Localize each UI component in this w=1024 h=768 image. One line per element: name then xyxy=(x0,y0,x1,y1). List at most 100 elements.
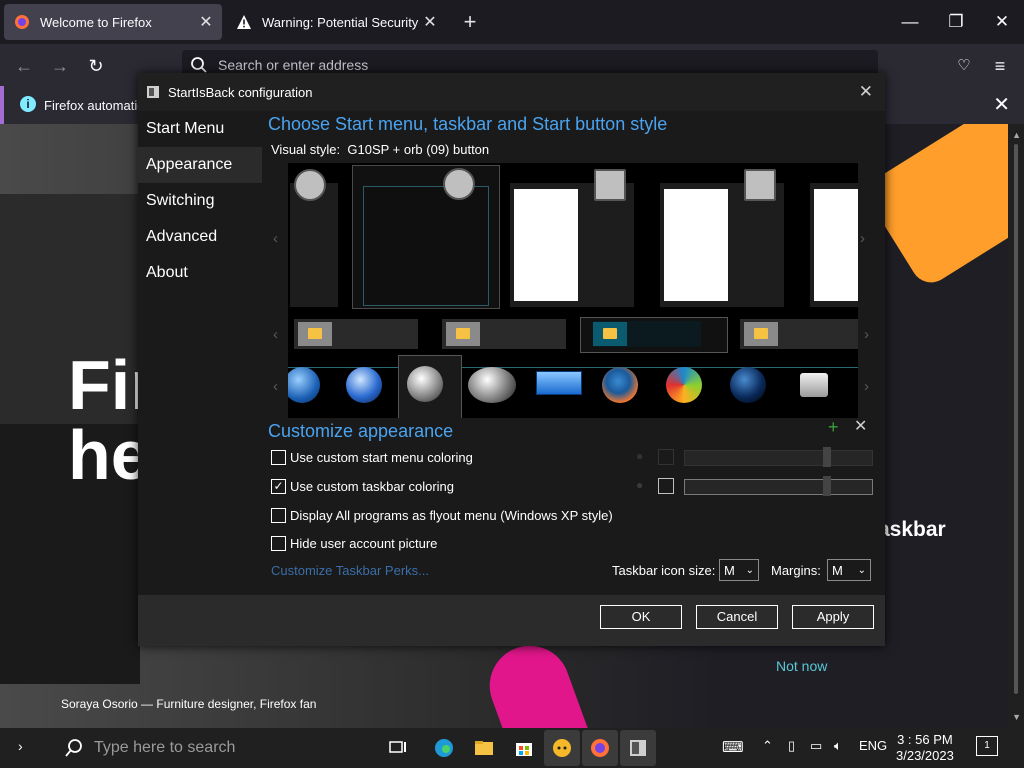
icon-size-select[interactable]: M ⌄ xyxy=(719,559,759,581)
edge-icon[interactable] xyxy=(426,730,462,766)
discord-icon[interactable] xyxy=(544,730,580,766)
margins-select[interactable]: M ⌄ xyxy=(827,559,871,581)
scroll-right-icon[interactable]: › xyxy=(860,230,865,247)
checkbox[interactable] xyxy=(271,536,286,551)
option-custom-start-menu-coloring[interactable]: Use custom start menu coloring xyxy=(271,450,473,465)
checkbox[interactable] xyxy=(271,450,286,465)
nav-appearance[interactable]: Appearance xyxy=(138,147,262,183)
clock[interactable]: 3 : 56 PM 3/23/2023 xyxy=(896,732,954,764)
close-notification-icon[interactable]: ✕ xyxy=(993,92,1010,117)
start-orb-option[interactable] xyxy=(536,371,582,395)
taskbar-style-option[interactable] xyxy=(294,319,418,349)
store-icon[interactable] xyxy=(506,730,542,766)
dialog-title: StartIsBack configuration xyxy=(168,85,313,100)
close-tab-icon[interactable]: ✕ xyxy=(420,12,440,32)
new-tab-button[interactable]: + xyxy=(458,8,482,36)
scroll-left-icon[interactable]: ‹ xyxy=(273,230,278,247)
start-menu-style-option[interactable] xyxy=(660,169,784,307)
scroll-down-icon[interactable]: ▼ xyxy=(1012,712,1021,722)
task-view-icon[interactable] xyxy=(380,730,416,766)
option-flyout-all-programs[interactable]: Display All programs as flyout menu (Win… xyxy=(271,508,613,523)
start-orb-option[interactable] xyxy=(666,367,702,403)
checkbox[interactable] xyxy=(271,508,286,523)
taskbar-style-option[interactable] xyxy=(740,319,858,349)
start-orb-option[interactable] xyxy=(346,367,382,403)
language-indicator[interactable]: ENG xyxy=(859,738,887,753)
slider-thumb[interactable] xyxy=(823,447,831,467)
back-button[interactable]: ← xyxy=(11,53,37,79)
scroll-left-icon[interactable]: ‹ xyxy=(273,326,278,343)
taskbar-search-input[interactable]: Type here to search xyxy=(94,739,235,757)
start-menu-style-option[interactable] xyxy=(290,169,338,307)
start-menu-style-option[interactable] xyxy=(510,169,634,307)
apply-button[interactable]: Apply xyxy=(792,605,874,629)
close-tab-icon[interactable]: ✕ xyxy=(196,12,216,32)
show-hidden-icons-icon[interactable]: ⌃ xyxy=(762,738,773,754)
scroll-left-icon[interactable]: ‹ xyxy=(273,378,278,395)
not-now-link[interactable]: Not now xyxy=(776,658,827,674)
option-hide-account-picture[interactable]: Hide user account picture xyxy=(271,536,437,551)
tab-title: Warning: Potential Security Risk xyxy=(262,14,420,30)
keyboard-icon[interactable]: ⌨ xyxy=(722,738,744,756)
start-orb-option[interactable] xyxy=(602,367,638,403)
file-explorer-icon[interactable] xyxy=(466,730,502,766)
start-menu-preview xyxy=(363,186,489,306)
tab-welcome[interactable]: Welcome to Firefox ✕ xyxy=(4,4,222,40)
feature-heading: askbar xyxy=(878,518,946,541)
startisback-dialog: StartIsBack configuration ✕ Start Menu A… xyxy=(138,73,885,646)
intensity-slider[interactable] xyxy=(684,447,873,467)
nav-switching[interactable]: Switching xyxy=(138,183,262,219)
volume-muted-icon[interactable]: 🔈︎ xyxy=(834,738,842,754)
scroll-right-icon[interactable]: › xyxy=(864,378,869,395)
start-chevron-icon[interactable]: › xyxy=(18,738,23,754)
nav-about[interactable]: About xyxy=(138,255,262,291)
notification-center-icon[interactable]: 1 xyxy=(976,736,998,756)
taskbar-style-option[interactable] xyxy=(442,319,566,349)
restore-button[interactable]: ❐ xyxy=(936,6,976,38)
menu-icon[interactable]: ≡ xyxy=(987,53,1013,79)
nav-start-menu[interactable]: Start Menu xyxy=(138,111,262,147)
folder-icon xyxy=(446,322,480,346)
tab-security-warning[interactable]: Warning: Potential Security Risk ✕ xyxy=(226,4,446,40)
reload-button[interactable]: ↻ xyxy=(83,53,109,79)
window-close-button[interactable]: ✕ xyxy=(982,6,1022,38)
color-swatch[interactable] xyxy=(658,478,674,494)
device-icon[interactable]: ▯ xyxy=(788,738,795,754)
start-menu-style-option[interactable] xyxy=(810,183,858,307)
scroll-right-icon[interactable]: › xyxy=(864,326,869,343)
start-orb-option[interactable] xyxy=(730,367,766,403)
selected-value: M xyxy=(724,563,735,578)
checkbox-checked[interactable]: ✓ xyxy=(271,479,286,494)
pocket-icon[interactable]: ♡ xyxy=(951,53,977,79)
start-orb-option-selected[interactable] xyxy=(398,355,462,418)
start-orb-option[interactable] xyxy=(288,367,320,403)
option-custom-taskbar-coloring[interactable]: ✓ Use custom taskbar coloring xyxy=(271,479,454,494)
clock-time: 3 : 56 PM xyxy=(897,732,953,747)
ok-button[interactable]: OK xyxy=(600,605,682,629)
firefox-icon[interactable] xyxy=(582,730,618,766)
start-menu-style-option-selected[interactable] xyxy=(352,165,500,309)
startisback-icon[interactable] xyxy=(620,730,656,766)
scroll-up-icon[interactable]: ▲ xyxy=(1012,130,1021,140)
style-heading: Choose Start menu, taskbar and Start but… xyxy=(268,114,668,134)
taskbar-style-option-selected[interactable] xyxy=(580,317,728,353)
minimize-button[interactable]: — xyxy=(890,6,930,38)
cancel-button[interactable]: Cancel xyxy=(696,605,778,629)
forward-button[interactable]: → xyxy=(47,53,73,79)
customize-taskbar-perks-link[interactable]: Customize Taskbar Perks... xyxy=(271,563,429,578)
add-icon[interactable]: + xyxy=(828,417,839,438)
network-icon[interactable]: ▭ xyxy=(810,738,822,754)
start-orb-option[interactable] xyxy=(468,367,516,403)
dialog-close-icon[interactable]: ✕ xyxy=(859,82,873,102)
visual-style-line: Visual style: G10SP + orb (09) button xyxy=(271,142,489,157)
page-scrollbar[interactable]: ▲ ▼ xyxy=(1008,124,1024,728)
scroll-thumb[interactable] xyxy=(1014,144,1018,694)
color-swatch[interactable] xyxy=(658,449,674,465)
decorative-shape xyxy=(861,124,1024,290)
start-orb-option[interactable] xyxy=(800,373,828,397)
slider-thumb[interactable] xyxy=(823,476,831,496)
address-input[interactable] xyxy=(216,56,820,74)
remove-icon[interactable]: ✕ xyxy=(854,416,867,436)
intensity-slider[interactable] xyxy=(684,476,873,496)
nav-advanced[interactable]: Advanced xyxy=(138,219,262,255)
